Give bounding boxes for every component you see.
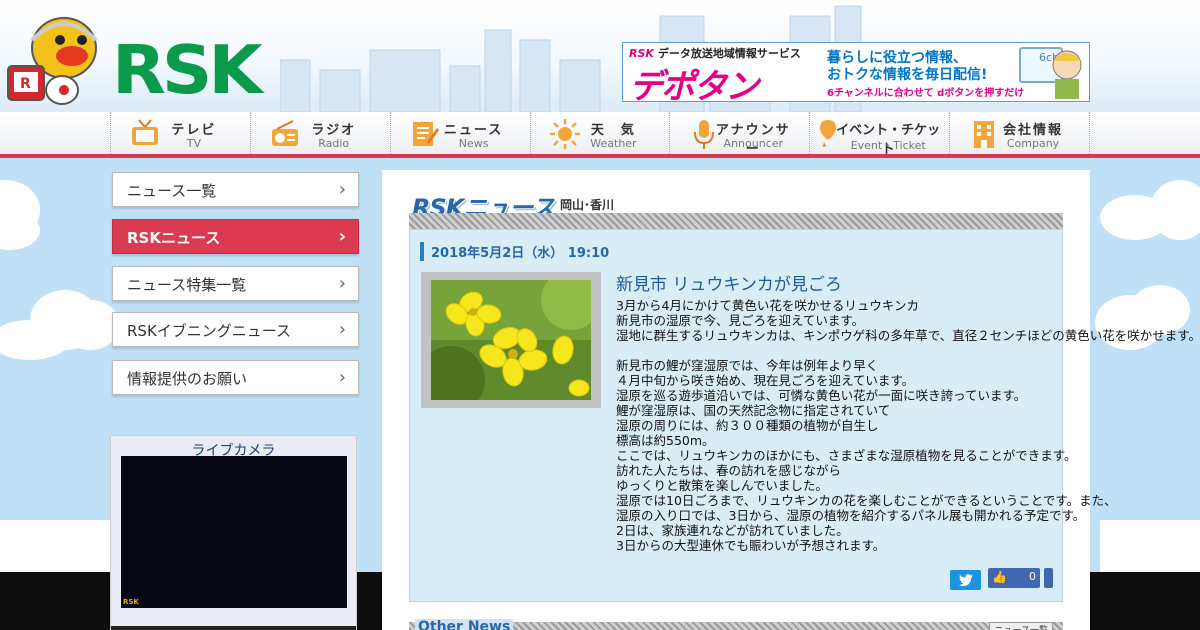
article-line: 湿原の入り口では、3日から、湿原の植物を紹介するパネル展も開かれる予定です。 xyxy=(616,508,1086,523)
like-count: 0 xyxy=(1016,570,1036,583)
article-line: 鯉が窪湿原は、国の天然記念物に指定されていて xyxy=(616,403,891,418)
article-date: 2018年5月2日（水） 19:10 xyxy=(420,242,609,261)
nav-item-radio-label: ラジオ xyxy=(311,123,357,138)
live-camera-bar xyxy=(111,626,356,630)
article-line: 湿原では10日ごろまで、リュウキンカの花を楽しむことができるということです。また… xyxy=(616,493,1117,508)
nav-item-radio-sublabel: Radio xyxy=(318,137,350,150)
rsk-logo[interactable]: RSK xyxy=(112,37,263,104)
article-line: 湿原を巡る遊歩道沿いでは、可憐な黄色い花が一面に咲き誇っています。 xyxy=(616,388,1027,403)
like-button[interactable]: 👍 0 xyxy=(988,568,1040,588)
nav-item-news-sublabel: News xyxy=(458,137,489,150)
svg-text:R: R xyxy=(20,76,31,92)
news-article: 2018年5月2日（水） 19:10 新見市 リュウキンカが見ごろ 3月から4月… xyxy=(409,229,1200,602)
nav-item-weather[interactable]: 天 気 Weather xyxy=(531,112,671,154)
sidebar-item-news-list[interactable]: ニュース一覧 › xyxy=(112,172,359,207)
sidebar-item-label: RSKニュース xyxy=(127,229,221,247)
live-camera-video[interactable]: RSK xyxy=(121,456,347,608)
main-content: RSKニュース 岡山･香川 2018年5月2日（水） 19:10 新見市 リュウ… xyxy=(382,170,1200,630)
article-photo-frame xyxy=(421,272,601,408)
other-news-label: Other News xyxy=(415,619,514,630)
banner-character-icon xyxy=(1052,50,1082,99)
depotan-banner[interactable]: RSK データ放送地域情報サービス デポタン 暮らしに役立つ情報、 おトクな情報を… xyxy=(622,42,1090,102)
sidebar-item-label: ニュース一覧 xyxy=(127,182,217,200)
nav-item-event-sublabel: Event・Ticket xyxy=(850,139,926,152)
chevron-right-icon: › xyxy=(338,226,346,247)
article-line: 湿原の周りには、約３００種類の植物が自生し xyxy=(616,418,879,433)
article-line: 新見市の湿原で今、見ごろを迎えています。 xyxy=(616,313,865,328)
nav-item-tv-sublabel: TV xyxy=(186,137,201,150)
article-line: 3月から4月にかけて黄色い花を咲かせるリュウキンカ xyxy=(616,298,920,313)
banner-line2: おトクな情報を毎日配信! xyxy=(827,67,988,83)
sidebar-item-label: 情報提供のお願い xyxy=(127,370,248,388)
live-camera-watermark: RSK xyxy=(123,598,139,606)
article-line: ４月中旬から咲き始め、現在見ごろを迎えています。 xyxy=(616,373,915,388)
live-camera-panel: ライブカメラ RSK xyxy=(110,435,357,630)
article-photo xyxy=(431,280,591,400)
nav-item-news-label: ニュース xyxy=(443,123,504,138)
sidebar-item-info-request[interactable]: 情報提供のお願い › xyxy=(112,360,359,395)
news-region: 岡山･香川 xyxy=(560,198,615,212)
article-line: 3日からの大型連休でも賑わいが予想されます。 xyxy=(616,538,886,553)
nav-item-company-sublabel: Company xyxy=(1006,137,1060,150)
article-line: 訪れた人たちは、春の訪れを感じながら xyxy=(616,463,842,478)
sidebar-item-label: RSKイブニングニュース xyxy=(127,322,292,340)
nav-item-company-label: 会社情報 xyxy=(1003,123,1064,138)
nav-item-weather-label: 天 気 xyxy=(590,123,636,138)
nav-item-announcer-sublabel: Announcer xyxy=(723,137,784,150)
mascot-character: R xyxy=(7,17,98,105)
article-line: ゆっくりと散策を楽しんでいました。 xyxy=(616,478,828,493)
sidebar-item-evening-news[interactable]: RSKイブニングニュース › xyxy=(112,312,359,347)
article-line: 新見市の鯉が窪湿原では、今年は例年より早く xyxy=(616,358,879,373)
article-line: 湿地に群生するリュウキンカは、キンポウゲ科の多年草で、直径２センチほどの黄色い花… xyxy=(616,328,1200,343)
site-header: R RSK RSK データ放送地域情報サービス デポタン 暮らしに役立つ情報、 お… xyxy=(0,0,1200,112)
nav-item-company[interactable]: 会社情報 Company xyxy=(950,112,1091,154)
chevron-right-icon: › xyxy=(338,367,346,388)
nav-item-event[interactable]: イベント・チケット Event・Ticket xyxy=(810,112,951,157)
article-line: 標高は約550m。 xyxy=(616,433,715,448)
nav-item-radio[interactable]: ラジオ Radio xyxy=(251,112,391,154)
banner-service-name: デポタン xyxy=(629,67,759,102)
nav-item-announcer[interactable]: アナウンサー Announcer xyxy=(670,112,811,157)
sidebar-item-special-list[interactable]: ニュース特集一覧 › xyxy=(112,266,359,301)
cloud-decoration xyxy=(0,320,70,360)
cloud-decoration xyxy=(0,520,110,580)
global-nav: テレビ TV ラジオ Radio ニュース News 天 気 Weather ア… xyxy=(0,112,1200,158)
other-news-header: Other News ニュース一覧 xyxy=(409,619,1063,630)
chevron-right-icon: › xyxy=(338,273,346,294)
article-line: 2日は、家族連れなどが訪れていました。 xyxy=(616,523,849,538)
tweet-button[interactable] xyxy=(950,570,981,590)
article-headline[interactable]: 新見市 リュウキンカが見ごろ xyxy=(616,270,842,295)
news-list-button[interactable]: ニュース一覧 xyxy=(989,622,1053,630)
nav-item-weather-sublabel: Weather xyxy=(590,137,637,150)
nav-item-news[interactable]: ニュース News xyxy=(391,112,531,154)
nav-item-tv[interactable]: テレビ TV xyxy=(111,112,251,154)
article-line: ここでは、リュウキンカのほかにも、さまざまな湿原植物を見ることができます。 xyxy=(616,448,1077,463)
chevron-right-icon: › xyxy=(338,319,346,340)
sidebar-item-rsk-news[interactable]: RSKニュース › xyxy=(112,219,359,254)
thumbs-up-icon: 👍 xyxy=(992,570,1007,584)
article-line xyxy=(616,343,1056,358)
article-body: 3月から4月にかけて黄色い花を咲かせるリュウキンカ 新見市の湿原で今、見ごろを迎… xyxy=(616,298,1200,553)
banner-line3: 6チャンネルに合わせて dボタンを押すだけ xyxy=(827,88,1025,99)
chevron-right-icon: › xyxy=(338,179,346,200)
nav-item-tv-label: テレビ xyxy=(171,123,217,138)
like-button-edge xyxy=(1044,568,1053,588)
twitter-bird-icon xyxy=(958,574,973,587)
title-stripe-divider xyxy=(409,213,1063,229)
sidebar-item-label: ニュース特集一覧 xyxy=(127,276,247,294)
